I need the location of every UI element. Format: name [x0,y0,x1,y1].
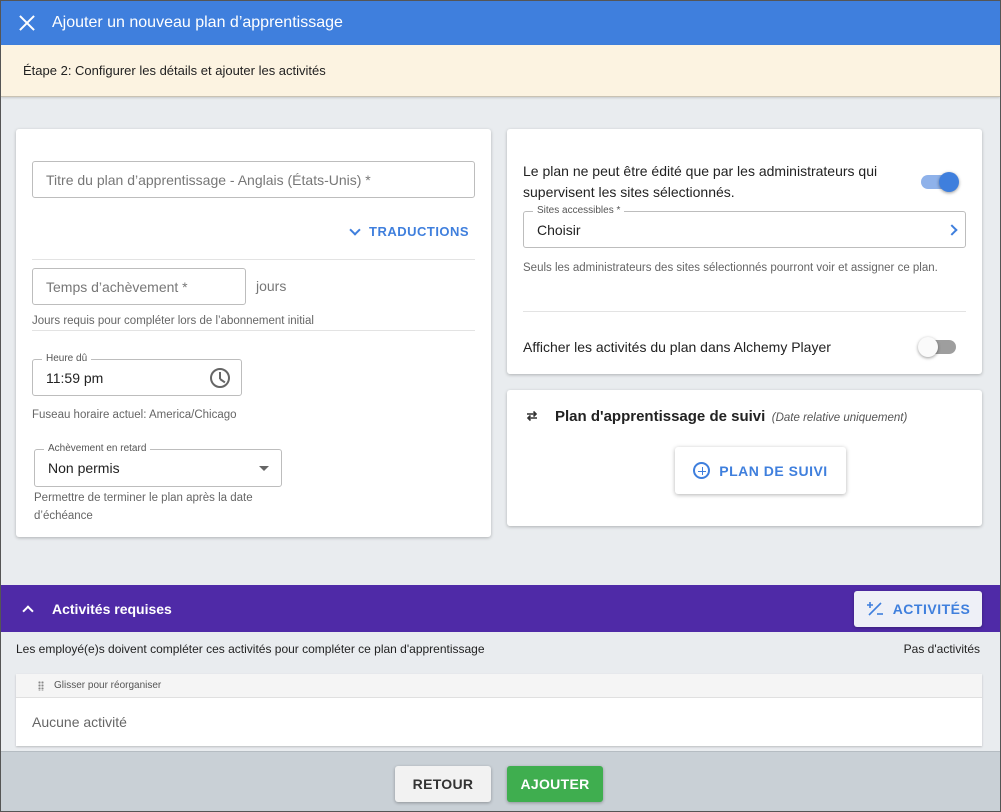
completion-unit: jours [256,278,287,294]
add-list-icon [866,602,883,616]
late-completion-value: Non permis [48,460,120,476]
followup-plan-button[interactable]: PLAN DE SUIVI [675,447,846,494]
sites-legend: Sites accessibles * [533,205,625,216]
plus-circle-icon [693,462,711,479]
sites-select[interactable]: Sites accessibles * Choisir [523,205,966,248]
plan-title-input[interactable]: Titre du plan d’apprentissage - Anglais … [32,161,475,198]
divider [32,330,475,331]
timezone-text: Fuseau horaire actuel: America/Chicago [32,409,237,421]
late-completion-select[interactable]: Achèvement en retard Non permis [34,443,282,487]
back-button[interactable]: RETOUR [395,766,491,802]
access-settings-card: Le plan ne peut être édité que par les a… [507,129,982,374]
translations-label: TRADUCTIONS [369,224,470,239]
activity-list-header: Glisser pour réorganiser [16,674,982,698]
due-time-value: 11:59 pm [46,370,104,386]
chevron-down-icon [349,223,361,236]
followup-title-row: Plan d'apprentissage de suivi (Date rela… [555,408,907,426]
drag-hint: Glisser pour réorganiser [54,680,162,691]
followup-plan-card: Plan d'apprentissage de suivi (Date rela… [507,390,982,526]
drag-handle-icon [38,680,44,691]
completion-help: Jours requis pour compléter lors de l’ab… [32,315,314,327]
required-description: Les employé(e)s doivent compléter ces ac… [16,642,485,656]
late-completion-help: Permettre de terminer le plan après la d… [34,492,253,522]
player-toggle[interactable] [918,337,956,357]
dialog-header: Ajouter un nouveau plan d’apprentissage [1,1,1000,45]
chevron-right-icon [946,224,958,236]
activity-count: Pas d'activités [903,642,980,656]
completion-time-input[interactable]: Temps d’achèvement * [32,268,246,305]
add-button[interactable]: AJOUTER [507,766,603,802]
empty-activities-text: Aucune activité [32,714,127,730]
followup-plan-label: PLAN DE SUIVI [719,462,828,479]
back-label: RETOUR [412,776,474,792]
toggle-knob [939,172,959,192]
add-label: AJOUTER [520,776,590,792]
required-activities-title: Activités requises [52,600,172,617]
divider [523,311,966,312]
step-label: Étape 2: Configurer les détails et ajout… [23,63,326,78]
toggle-knob [918,337,938,357]
dialog: Ajouter un nouveau plan d’apprentissage … [0,0,1001,812]
step-banner: Étape 2: Configurer les détails et ajout… [1,45,1000,97]
due-time-legend: Heure dû [42,353,92,364]
add-activities-label: ACTIVITÉS [892,601,971,617]
admin-edit-text: Le plan ne peut être édité que par les a… [523,163,878,200]
dialog-footer: RETOUR AJOUTER [1,751,1000,811]
sites-help: Seuls les administrateurs des sites séle… [523,262,938,274]
swap-icon [526,410,538,422]
completion-time-placeholder: Temps d’achèvement * [46,279,188,295]
player-text: Afficher les activités du plan dans Alch… [523,339,831,355]
plan-details-card: Titre du plan d’apprentissage - Anglais … [16,129,491,537]
plan-title-placeholder: Titre du plan d’apprentissage - Anglais … [46,172,371,188]
divider [32,259,475,260]
dialog-title: Ajouter un nouveau plan d’apprentissage [52,14,343,31]
close-icon[interactable] [18,14,36,32]
followup-subtitle: (Date relative uniquement) [771,412,908,424]
late-completion-legend: Achèvement en retard [44,443,151,454]
caret-down-icon [259,466,269,471]
add-activities-button[interactable]: ACTIVITÉS [854,591,982,627]
translations-button[interactable]: TRADUCTIONS [349,223,470,239]
clock-icon[interactable] [210,368,230,388]
sites-value: Choisir [537,222,581,238]
chevron-up-icon[interactable] [22,604,34,617]
due-time-picker[interactable]: Heure dû 11:59 pm [32,353,242,396]
admin-edit-toggle[interactable] [921,172,959,192]
activity-list: Glisser pour réorganiser Aucune activité [16,674,982,746]
required-activities-header: Activités requises ACTIVITÉS [1,585,1000,632]
followup-title: Plan d'apprentissage de suivi [555,408,766,425]
